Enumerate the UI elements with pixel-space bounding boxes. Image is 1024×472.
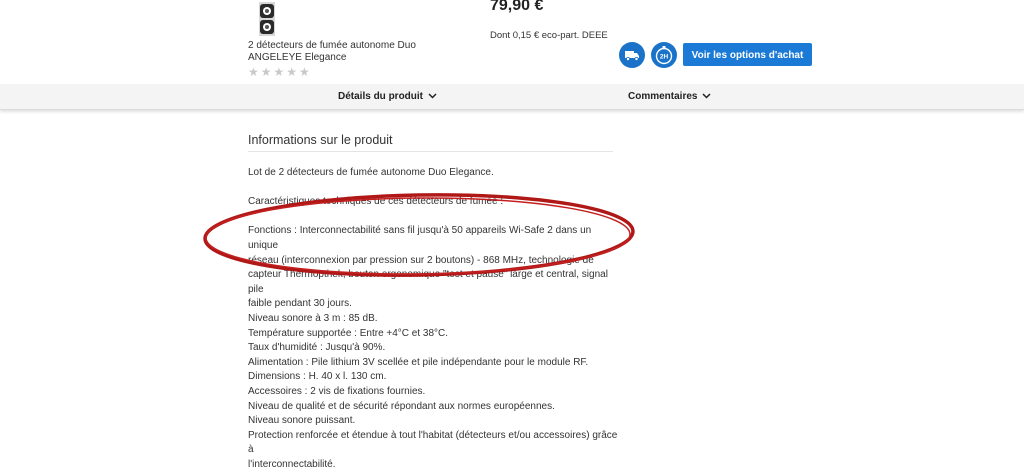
purchase-options-button[interactable]: Voir les options d'achat	[683, 43, 812, 66]
spec-line: capteur Thermopthek, bouton ergonomique …	[248, 269, 608, 295]
chevron-down-icon	[702, 93, 711, 99]
product-intro: Lot de 2 détecteurs de fumée autonome Du…	[248, 167, 494, 178]
product-name: 2 détecteurs de fumée autonome Duo ANGEL…	[248, 40, 468, 64]
tab-comments-label: Commentaires	[628, 91, 698, 102]
spec-line: Alimentation : Pile lithium 3V scellée e…	[248, 356, 589, 368]
spec-line: réseau (interconnexion par pression sur …	[248, 254, 594, 266]
product-name-line2: ANGELEYE Elegance	[248, 52, 347, 63]
tab-product-details-label: Détails du produit	[338, 91, 423, 102]
spec-line: Accessoires : 2 vis de fixations fournie…	[248, 385, 426, 397]
eco-participation: Dont 0,15 € eco-part. DEEE	[490, 30, 608, 41]
spec-line: l'interconnectabilité.	[248, 458, 336, 470]
chevron-down-icon	[428, 93, 437, 99]
title-divider	[248, 151, 613, 152]
tab-comments[interactable]: Commentaires	[628, 84, 711, 109]
spec-line: Température supportée : Entre +4°C et 38…	[248, 327, 449, 339]
product-name-line1: 2 détecteurs de fumée autonome Duo	[248, 40, 416, 51]
2h-clock-icon: 2H	[655, 46, 673, 65]
express-delivery-button[interactable]: 2H	[651, 42, 677, 68]
tab-product-details[interactable]: Détails du produit	[338, 84, 437, 109]
spec-line: faible pendant 30 jours.	[248, 298, 352, 310]
product-info-content: Lot de 2 détecteurs de fumée autonome Du…	[248, 166, 618, 472]
spec-line: Dimensions : H. 40 x l. 130 cm.	[248, 371, 387, 383]
spec-line: Niveau de qualité et de sécurité réponda…	[248, 400, 555, 412]
product-info-title: Informations sur le produit	[248, 133, 393, 147]
spec-line: Niveau sonore à 3 m : 85 dB.	[248, 312, 378, 324]
spec-line: Taux d'humidité : Jusqu'à 90%.	[248, 342, 386, 354]
product-thumbnail[interactable]	[256, 2, 278, 36]
spec-line: Niveau sonore puissant.	[248, 415, 356, 427]
rating-stars[interactable]: ★★★★★	[248, 65, 312, 79]
specs-heading: Caractéristiques techniques de ces détec…	[248, 196, 504, 208]
svg-text:2H: 2H	[660, 54, 669, 61]
product-tabs-bar: Détails du produit Commentaires	[0, 84, 1024, 110]
product-price: 79,90 €	[490, 0, 544, 14]
spec-line: Protection renforcée et étendue à tout l…	[248, 429, 618, 456]
truck-icon	[625, 51, 639, 61]
delivery-button[interactable]	[619, 42, 645, 68]
spec-line: Fonctions : Interconnectabilité sans fil…	[248, 225, 592, 251]
